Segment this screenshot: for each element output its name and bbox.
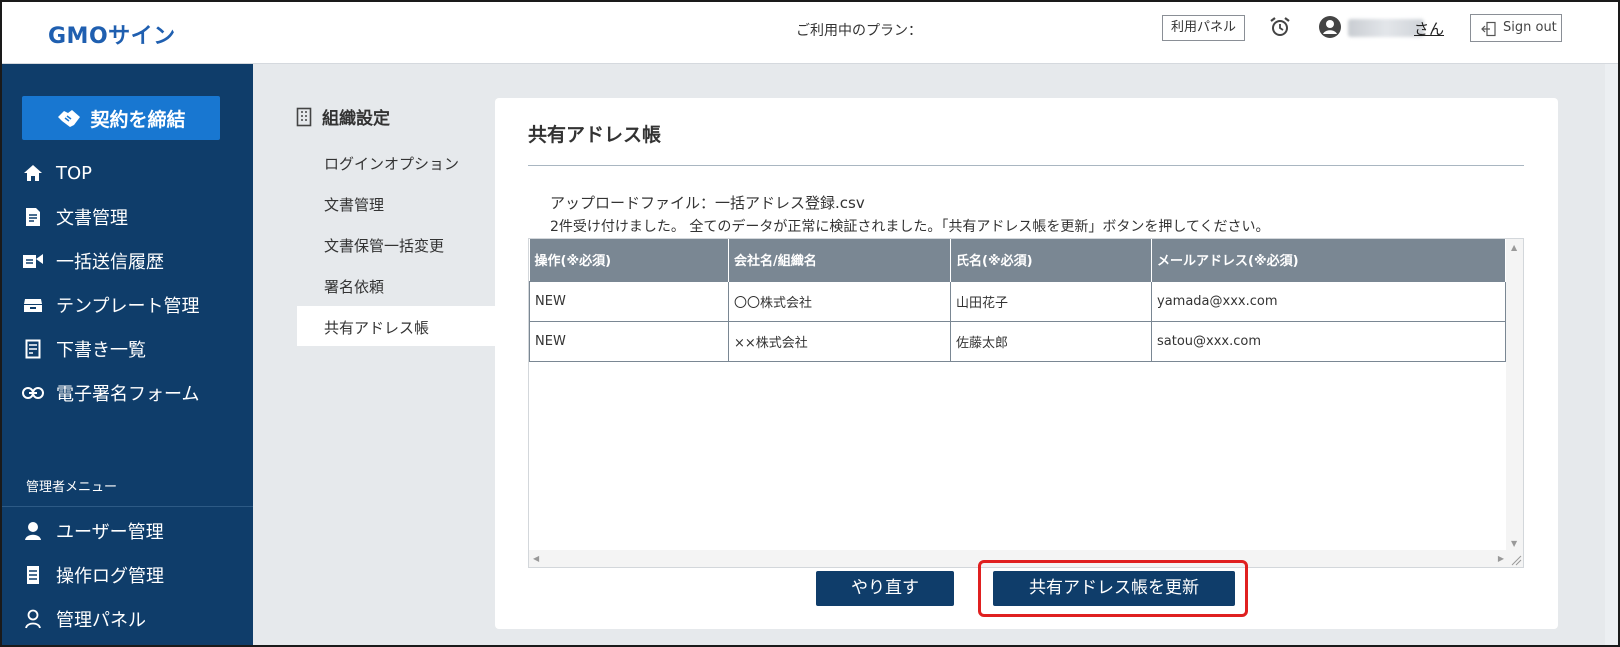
user-suffix[interactable]: さん	[1414, 18, 1444, 39]
page-title: 共有アドレス帳	[528, 124, 662, 146]
log-icon	[22, 564, 44, 586]
link-icon	[22, 382, 44, 404]
sidebar-item-label: 管理パネル	[56, 610, 146, 631]
cta-label: 契約を締結	[90, 108, 186, 131]
upload-preview-grid[interactable]: 操作(※必須) 会社名/組織名 氏名(※必須) メールアドレス(※必須) NEW…	[528, 238, 1524, 568]
gmo-sign-logo[interactable]: GMOサイン	[48, 18, 176, 50]
scroll-left-arrow-icon[interactable]: ◀	[533, 554, 539, 563]
submenu-signature-request[interactable]: 署名依頼	[324, 276, 384, 297]
sidebar-item-templates[interactable]: テンプレート管理	[22, 290, 199, 320]
column-header-company: 会社名/組織名	[728, 239, 951, 281]
sidebar-item-label: 文書管理	[56, 208, 128, 229]
table-row[interactable]: NEW 〇〇株式会社 山田花子 yamada@xxx.com	[529, 280, 1506, 322]
cell-company[interactable]: 〇〇株式会社	[728, 280, 951, 322]
signout-label: Sign out	[1503, 20, 1557, 35]
sidebar-item-drafts[interactable]: 下書き一覧	[22, 334, 146, 364]
cell-name[interactable]: 佐藤太郎	[950, 320, 1152, 362]
user-name-blurred	[1348, 19, 1424, 37]
org-settings-title: 組織設定	[296, 104, 390, 129]
admin-panel-icon	[22, 608, 44, 630]
sidebar-item-label: TOP	[56, 162, 93, 184]
template-icon	[22, 294, 44, 316]
signout-button[interactable]: Sign out	[1470, 14, 1562, 42]
sidebar-item-top[interactable]: TOP	[22, 158, 92, 188]
building-icon	[296, 107, 312, 126]
cell-email[interactable]: yamada@xxx.com	[1151, 280, 1506, 322]
sidebar-item-label: 下書き一覧	[56, 340, 146, 361]
sidebar-item-documents[interactable]: 文書管理	[22, 202, 128, 232]
sidebar-item-label: 電子署名フォーム	[56, 384, 200, 405]
validation-message: 2件受け付けました。 全てのデータが正常に検証されました。「共有アドレス帳を更新…	[550, 219, 1270, 235]
usage-panel-button[interactable]: 利用パネル	[1162, 15, 1246, 41]
submenu-shared-address-book[interactable]: 共有アドレス帳	[324, 317, 429, 338]
cell-operation[interactable]: NEW	[529, 320, 729, 362]
vertical-scrollbar[interactable]: ▲ ▼	[1506, 239, 1523, 552]
sidebar-item-operation-log[interactable]: 操作ログ管理	[22, 560, 164, 590]
sidebar-item-bulk-history[interactable]: 一括送信履歴	[22, 246, 164, 276]
cell-name[interactable]: 山田花子	[950, 280, 1152, 322]
contract-cta-button[interactable]: 契約を締結	[22, 96, 220, 140]
column-header-operation: 操作(※必須)	[529, 239, 729, 281]
redo-button[interactable]: やり直す	[816, 571, 954, 606]
sidebar-item-label: 一括送信履歴	[56, 252, 164, 273]
cell-operation[interactable]: NEW	[529, 280, 729, 322]
upload-file-info: アップロードファイル：一括アドレス登録.csv	[550, 194, 865, 212]
sidebar-item-label: ユーザー管理	[56, 522, 164, 543]
sidebar-item-user-management[interactable]: ユーザー管理	[22, 516, 164, 546]
page-scrollbar[interactable]	[1605, 64, 1618, 645]
sidebar-item-admin-panel[interactable]: 管理パネル	[22, 604, 146, 634]
column-header-email: メールアドレス(※必須)	[1151, 239, 1506, 281]
handshake-icon	[58, 110, 81, 127]
home-icon	[22, 162, 44, 184]
signout-icon	[1481, 21, 1496, 37]
address-table: 操作(※必須) 会社名/組織名 氏名(※必須) メールアドレス(※必須) NEW…	[529, 239, 1506, 362]
cell-company[interactable]: ××株式会社	[728, 320, 951, 362]
admin-divider	[0, 506, 253, 507]
cell-email[interactable]: satou@xxx.com	[1151, 320, 1506, 362]
user-icon	[22, 520, 44, 542]
table-header-row: 操作(※必須) 会社名/組織名 氏名(※必須) メールアドレス(※必須)	[529, 239, 1506, 281]
resize-grip-icon[interactable]	[1506, 550, 1523, 567]
sidebar-item-label: テンプレート管理	[56, 296, 200, 317]
draft-icon	[22, 338, 44, 360]
sidebar-item-label: 操作ログ管理	[56, 566, 164, 587]
sidebar-item-signature-form[interactable]: 電子署名フォーム	[22, 378, 199, 408]
top-header: GMOサイン ご利用中のプラン： 利用パネル さん Sign out	[0, 0, 1620, 64]
update-address-book-button[interactable]: 共有アドレス帳を更新	[993, 571, 1235, 606]
org-settings-title-text: 組織設定	[322, 109, 390, 129]
bulk-send-icon	[22, 250, 44, 272]
scroll-down-arrow-icon[interactable]: ▼	[1511, 539, 1517, 548]
submenu-login-options[interactable]: ログインオプション	[324, 153, 459, 174]
address-book-card: 共有アドレス帳 アップロードファイル：一括アドレス登録.csv 2件受け付けまし…	[495, 98, 1558, 629]
submenu-document-management[interactable]: 文書管理	[324, 194, 384, 215]
table-row[interactable]: NEW ××株式会社 佐藤太郎 satou@xxx.com	[529, 320, 1506, 362]
column-header-name: 氏名(※必須)	[950, 239, 1152, 281]
document-icon	[22, 206, 44, 228]
plan-label: ご利用中のプラン：	[796, 23, 922, 39]
admin-menu-label: 管理者メニュー	[26, 480, 118, 495]
alarm-clock-icon[interactable]	[1268, 15, 1292, 39]
user-account-icon[interactable]	[1318, 15, 1342, 39]
submenu-bulk-storage-change[interactable]: 文書保管一括変更	[324, 235, 444, 256]
sidebar: 契約を締結 TOP 文書管理 一括送信履歴 テンプレート管理 下書き一覧 電子署…	[0, 64, 253, 647]
title-divider	[528, 165, 1524, 166]
scroll-right-arrow-icon[interactable]: ▶	[1498, 554, 1504, 563]
scroll-up-arrow-icon[interactable]: ▲	[1511, 243, 1517, 252]
